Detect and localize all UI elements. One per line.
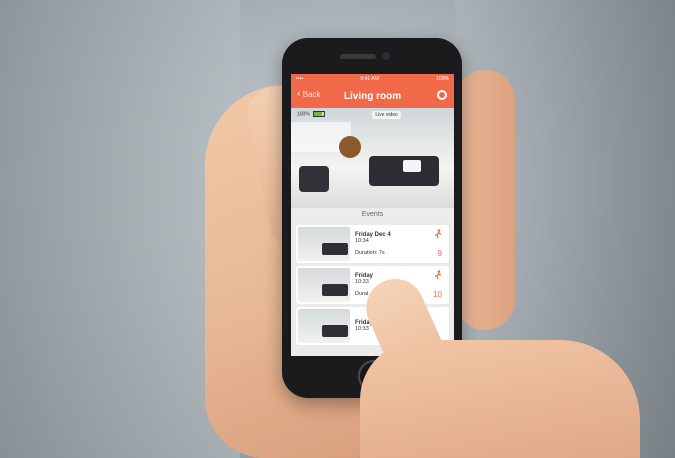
event-count: 9	[437, 249, 442, 258]
event-thumbnail	[298, 227, 350, 261]
event-card[interactable]: Friday Dec 4 10:34 Duration: 7s 9	[296, 225, 449, 263]
live-overlay: 100% Live video	[291, 111, 454, 119]
battery-icon	[313, 111, 326, 117]
event-thumbnail	[298, 268, 350, 302]
running-figure-icon	[435, 270, 442, 280]
back-button[interactable]: ‹ Back	[297, 89, 320, 100]
dog	[339, 136, 361, 158]
navigation-bar: ‹ Back Living room	[291, 84, 454, 108]
events-header: Events	[291, 208, 454, 222]
running-figure-icon	[435, 229, 442, 239]
armchair	[299, 166, 329, 192]
gear-icon[interactable]	[437, 90, 447, 100]
blurred-background-left	[0, 0, 240, 458]
live-video-view[interactable]: 100% Live video	[291, 108, 454, 208]
event-thumbnail	[298, 309, 350, 343]
carrier-signal: ••••	[296, 76, 304, 82]
chevron-left-icon: ‹	[297, 88, 301, 100]
status-battery: 100%	[436, 76, 449, 82]
left-hand-fingers	[455, 70, 515, 330]
event-count: 10	[433, 290, 442, 299]
right-hand	[360, 340, 640, 458]
camera-battery: 100%	[297, 111, 326, 119]
cushion	[403, 160, 421, 172]
front-camera	[382, 52, 390, 60]
camera-battery-level: 100%	[297, 111, 310, 118]
photo-background: •••• 9:41 AM 100% ‹ Back Living room 100…	[0, 0, 675, 458]
status-bar: •••• 9:41 AM 100%	[291, 74, 454, 84]
phone-speaker	[340, 54, 376, 59]
live-badge: Live video	[372, 111, 401, 119]
status-time: 9:41 AM	[360, 76, 379, 82]
back-label: Back	[302, 90, 321, 99]
event-duration: Duration: 7s	[355, 250, 385, 256]
